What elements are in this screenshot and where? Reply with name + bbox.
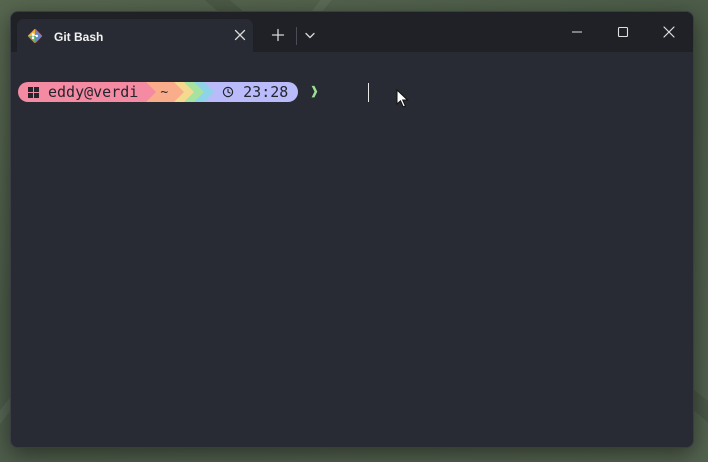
user-host-segment: eddy@verdi bbox=[18, 82, 147, 102]
new-tab-button[interactable] bbox=[269, 26, 287, 44]
close-tab-icon[interactable] bbox=[231, 26, 249, 44]
shell-prompt: eddy@verdi ~ 23:28 ❱ bbox=[18, 82, 319, 102]
maximize-icon[interactable] bbox=[613, 22, 633, 42]
mouse-pointer-icon bbox=[396, 89, 409, 108]
terminal-area[interactable]: eddy@verdi ~ 23:28 ❱ bbox=[11, 52, 693, 447]
title-bar[interactable]: Git Bash bbox=[11, 12, 693, 52]
segment-separator bbox=[184, 82, 195, 102]
terminal-window: Git Bash eddy@verdi ~ 23:28 ❱ bbox=[10, 11, 694, 448]
minimize-icon[interactable] bbox=[567, 22, 587, 42]
user-host-text: eddy@verdi bbox=[48, 83, 139, 101]
path-text: ~ bbox=[160, 84, 169, 100]
prompt-symbol: ❱ bbox=[310, 84, 319, 100]
chevron-down-icon[interactable] bbox=[301, 26, 319, 44]
segment-separator bbox=[146, 82, 157, 102]
git-icon bbox=[27, 28, 43, 44]
text-cursor bbox=[368, 83, 369, 102]
clock-icon bbox=[222, 86, 234, 98]
time-segment: 23:28 bbox=[214, 82, 299, 102]
tab-title: Git Bash bbox=[54, 30, 104, 44]
time-text: 23:28 bbox=[243, 83, 289, 101]
close-icon[interactable] bbox=[659, 22, 679, 42]
segment-separator bbox=[174, 82, 185, 102]
tab-git-bash[interactable]: Git Bash bbox=[17, 19, 253, 52]
path-segment: ~ bbox=[156, 82, 175, 102]
tab-divider bbox=[296, 27, 297, 45]
segment-separator bbox=[204, 82, 215, 102]
segment-separator bbox=[194, 82, 205, 102]
windows-logo-icon bbox=[28, 86, 39, 98]
